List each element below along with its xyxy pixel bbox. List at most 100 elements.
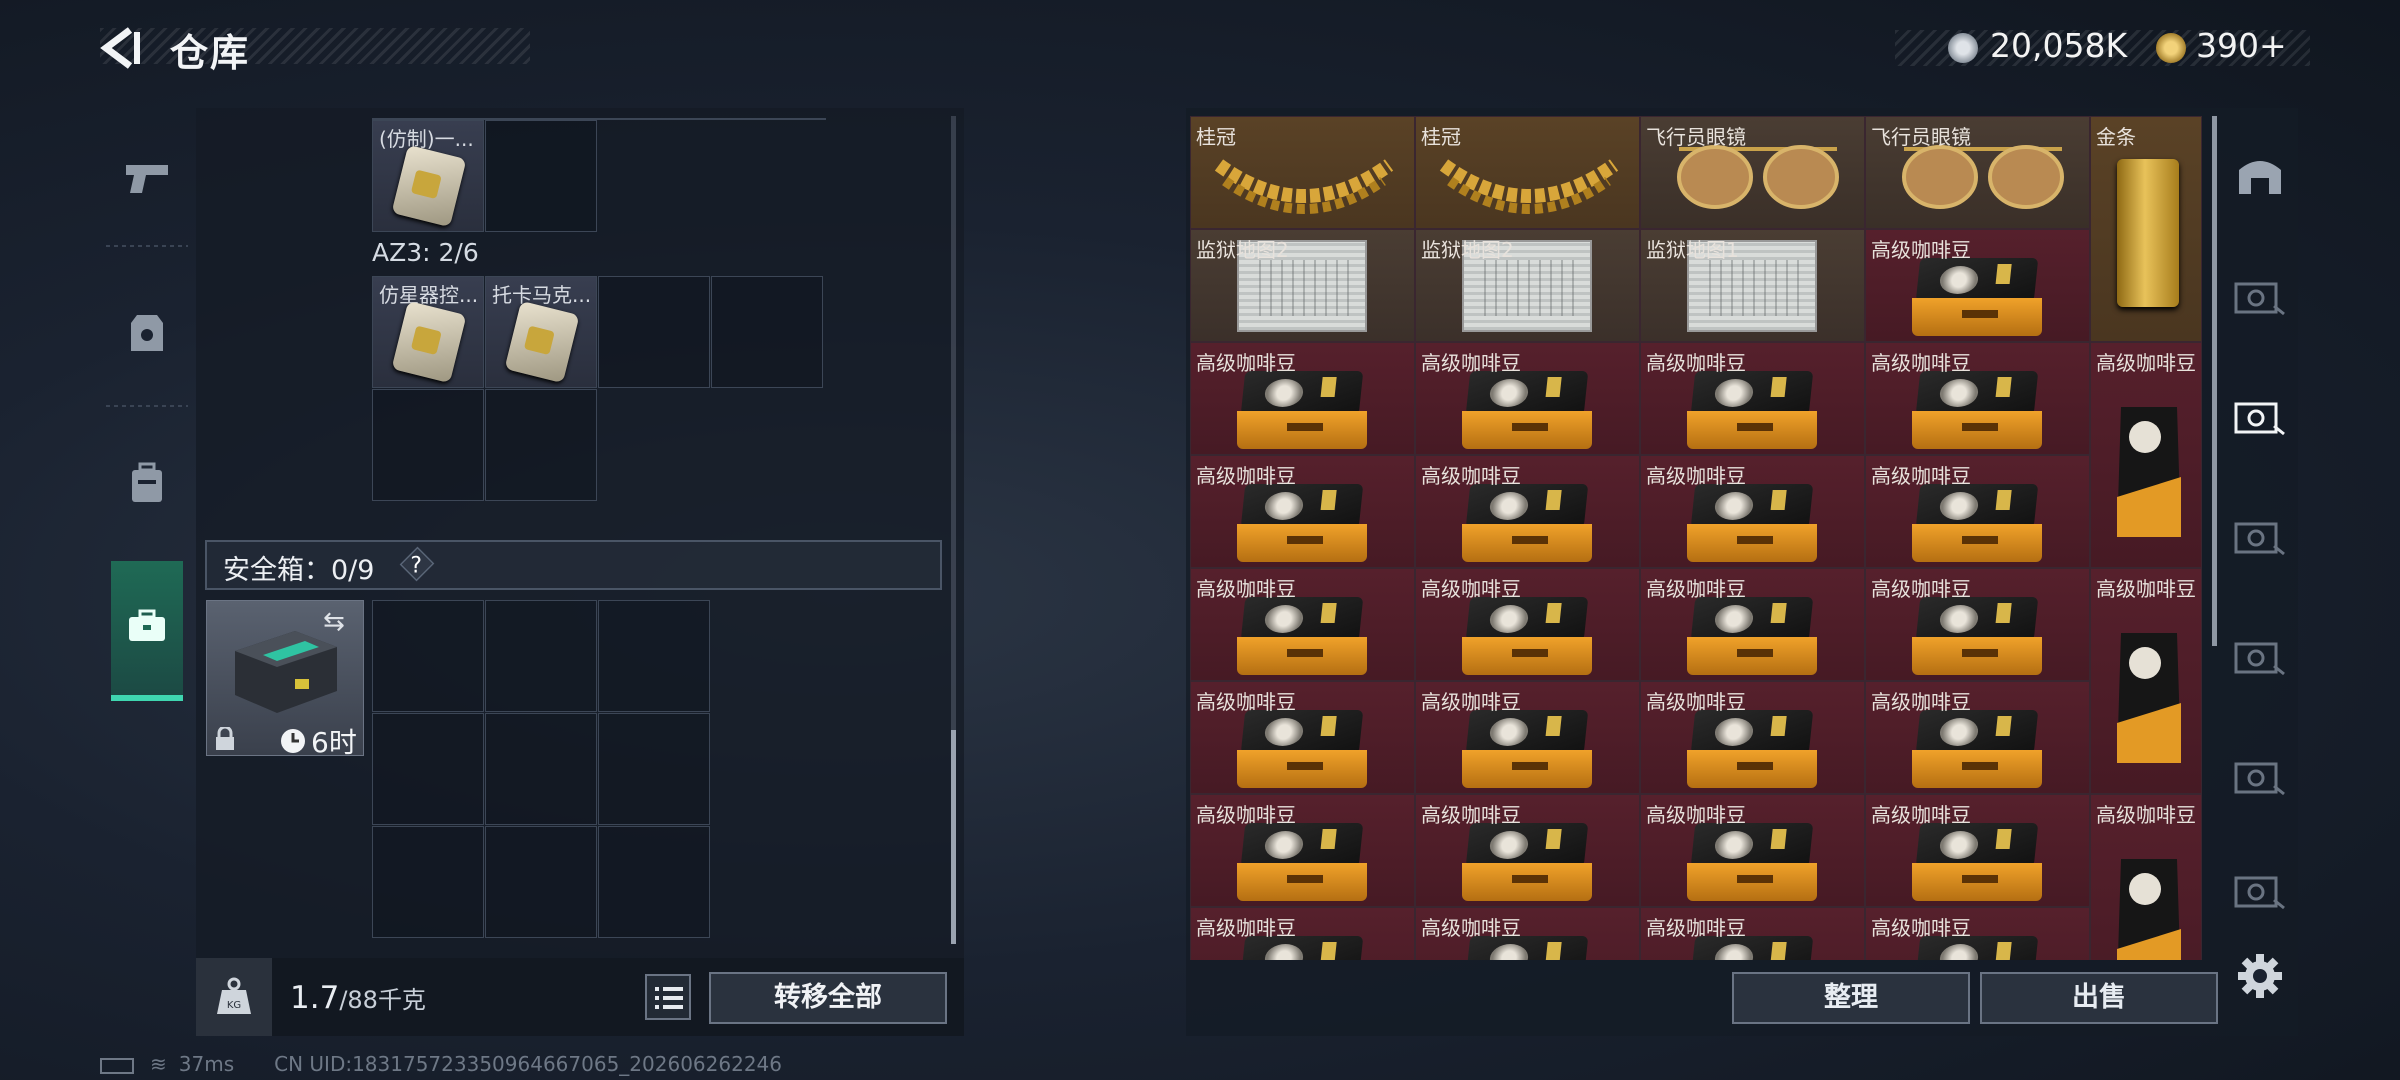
- tab-safe-box[interactable]: [111, 561, 183, 701]
- item-coffee-beans[interactable]: 高级咖啡豆: [1865, 907, 2090, 960]
- grid-item-tokamak-card[interactable]: 托卡马克...: [485, 276, 597, 388]
- item-label: 高级咖啡豆: [1871, 351, 1971, 375]
- tab-armor[interactable]: [100, 265, 194, 405]
- grid-slot[interactable]: [598, 276, 710, 388]
- back-arrow-icon[interactable]: [100, 26, 144, 70]
- item-coffee-beans[interactable]: 高级咖啡豆: [1640, 342, 1865, 455]
- safe-slot[interactable]: [598, 713, 710, 825]
- battery-icon: [100, 1057, 134, 1074]
- item-prison-map[interactable]: 监狱地图1: [1640, 229, 1865, 342]
- warehouse-grid: 桂冠 桂冠 飞行员眼镜 飞行员眼镜 金条 监狱地图2 监狱地图2 监狱地图1 高…: [1190, 116, 2203, 960]
- item-coffee-beans[interactable]: 高级咖啡豆: [1640, 681, 1865, 794]
- item-prison-map[interactable]: 监狱地图2: [1415, 229, 1640, 342]
- item-coffee-beans[interactable]: 高级咖啡豆: [1190, 455, 1415, 568]
- item-coffee-beans[interactable]: 高级咖啡豆: [1415, 568, 1640, 681]
- tab-storage-main[interactable]: [2220, 120, 2300, 232]
- item-coffee-beans[interactable]: 高级咖啡豆: [1865, 794, 2090, 907]
- item-coffee-beans[interactable]: 高级咖啡豆: [1415, 681, 1640, 794]
- item-coffee-beans[interactable]: 高级咖啡豆: [1865, 229, 2090, 342]
- item-coffee-beans[interactable]: 高级咖啡豆: [1640, 794, 1865, 907]
- item-coffee-beans[interactable]: 高级咖啡豆: [1190, 794, 1415, 907]
- item-label: 桂冠: [1196, 125, 1236, 149]
- item-coffee-beans[interactable]: 高级咖啡豆: [1415, 794, 1640, 907]
- item-aviator-glasses[interactable]: 飞行员眼镜: [1865, 116, 2090, 229]
- right-scrollbar[interactable]: [2212, 116, 2217, 646]
- item-coffee-beans[interactable]: 高级咖啡豆: [1640, 455, 1865, 568]
- item-coffee-beans[interactable]: 高级咖啡豆: [1190, 342, 1415, 455]
- item-gold-bar[interactable]: 金条: [2090, 116, 2202, 342]
- item-coffee-beans[interactable]: 高级咖啡豆: [1190, 568, 1415, 681]
- item-label: 高级咖啡豆: [1196, 577, 1296, 601]
- az3-container-label: AZ3: 2/6: [372, 238, 479, 267]
- tab-backpack[interactable]: [100, 415, 194, 555]
- tab-storage-5[interactable]: [2220, 720, 2300, 832]
- storage-vault-icon: [2234, 282, 2285, 316]
- grid-item-replica-card[interactable]: (仿制)一...: [372, 120, 484, 232]
- grid-slot[interactable]: [372, 389, 484, 501]
- tab-storage-1[interactable]: [2220, 240, 2300, 352]
- item-label: 高级咖啡豆: [1646, 916, 1746, 940]
- safe-slot[interactable]: [372, 826, 484, 938]
- safe-slot[interactable]: [485, 600, 597, 712]
- ping-label: 37ms: [178, 1052, 235, 1076]
- storage-vault-icon: [2234, 402, 2285, 436]
- item-coffee-beans[interactable]: 高级咖啡豆: [1190, 681, 1415, 794]
- tab-storage-2[interactable]: [2220, 360, 2300, 472]
- sell-button[interactable]: 出售: [1980, 972, 2218, 1024]
- sort-button[interactable]: 整理: [1732, 972, 1970, 1024]
- item-coffee-beans[interactable]: 高级咖啡豆: [1640, 568, 1865, 681]
- item-coffee-beans[interactable]: 高级咖啡豆: [1190, 907, 1415, 960]
- item-label: 高级咖啡豆: [1196, 690, 1296, 714]
- list-view-button[interactable]: [645, 974, 691, 1020]
- grid-item-stellarator-card[interactable]: 仿星器控...: [372, 276, 484, 388]
- item-coffee-beans-tall[interactable]: 高级咖啡豆: [2090, 568, 2202, 794]
- safe-slot[interactable]: [598, 600, 710, 712]
- item-coffee-beans[interactable]: 高级咖啡豆: [1415, 342, 1640, 455]
- item-coffee-beans[interactable]: 高级咖啡豆: [1640, 907, 1865, 960]
- swap-icon[interactable]: ⇆: [323, 607, 345, 637]
- gear-icon[interactable]: [2236, 952, 2284, 1000]
- item-laurel-crown[interactable]: 桂冠: [1190, 116, 1415, 229]
- item-label: 高级咖啡豆: [1196, 916, 1296, 940]
- item-label: 高级咖啡豆: [1646, 803, 1746, 827]
- item-label: 高级咖啡豆: [1421, 464, 1521, 488]
- item-label: 桂冠: [1421, 125, 1461, 149]
- grid-slot[interactable]: [711, 276, 823, 388]
- left-scroll-thumb[interactable]: [951, 730, 956, 944]
- item-coffee-beans[interactable]: 高级咖啡豆: [1865, 681, 2090, 794]
- item-coffee-beans[interactable]: 高级咖啡豆: [1415, 907, 1640, 960]
- item-coffee-beans-tall[interactable]: 高级咖啡豆: [2090, 794, 2202, 960]
- item-aviator-glasses[interactable]: 飞行员眼镜: [1640, 116, 1865, 229]
- safe-box-item[interactable]: ⇆ 6时: [206, 600, 364, 759]
- tab-storage-3[interactable]: [2220, 480, 2300, 592]
- item-label: 高级咖啡豆: [1196, 351, 1296, 375]
- item-laurel-crown[interactable]: 桂冠: [1415, 116, 1640, 229]
- item-coffee-beans[interactable]: 高级咖啡豆: [1415, 455, 1640, 568]
- storage-vault-icon: [2234, 876, 2285, 910]
- item-coffee-beans[interactable]: 高级咖啡豆: [1865, 568, 2090, 681]
- tab-storage-6[interactable]: [2220, 840, 2300, 940]
- coffee-bag-icon: [1462, 597, 1592, 675]
- item-label: 高级咖啡豆: [2096, 803, 2196, 827]
- currency-secondary[interactable]: 390+: [2196, 26, 2287, 65]
- coffee-bag-icon: [1687, 823, 1817, 901]
- safe-slot[interactable]: [485, 713, 597, 825]
- coffee-bag-icon: [1912, 710, 2042, 788]
- item-label: 监狱地图1: [1646, 238, 1739, 262]
- item-prison-map[interactable]: 监狱地图2: [1190, 229, 1415, 342]
- tab-weapons[interactable]: [100, 110, 194, 250]
- weight-icon-box: KG: [196, 958, 272, 1036]
- safe-slot[interactable]: [485, 826, 597, 938]
- safe-slot[interactable]: [598, 826, 710, 938]
- item-coffee-beans[interactable]: 高级咖啡豆: [1865, 455, 2090, 568]
- safe-slot[interactable]: [372, 600, 484, 712]
- safe-slot[interactable]: [372, 713, 484, 825]
- grid-slot[interactable]: [485, 120, 597, 232]
- transfer-all-button[interactable]: 转移全部: [709, 972, 947, 1024]
- item-coffee-beans-tall[interactable]: 高级咖啡豆: [2090, 342, 2202, 568]
- item-coffee-beans[interactable]: 高级咖啡豆: [1865, 342, 2090, 455]
- tab-storage-4[interactable]: [2220, 600, 2300, 712]
- grid-slot[interactable]: [485, 389, 597, 501]
- clock-icon: [281, 729, 305, 753]
- vest-icon: [129, 313, 165, 357]
